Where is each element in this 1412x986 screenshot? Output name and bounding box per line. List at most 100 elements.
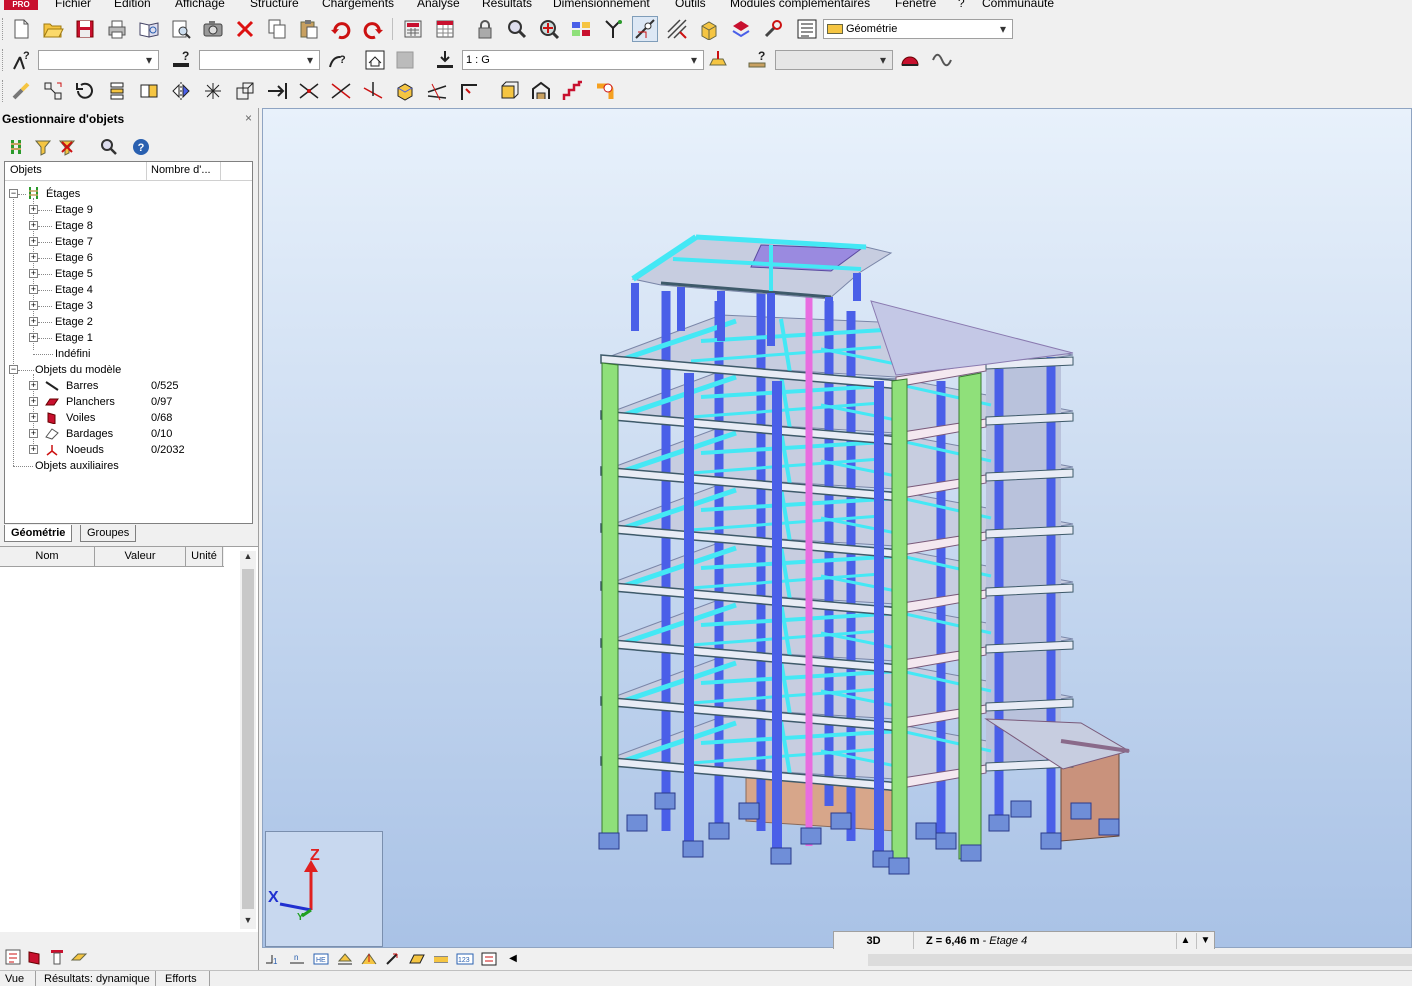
print-icon[interactable] <box>104 16 130 42</box>
chevron-down-icon[interactable] <box>687 51 701 69</box>
corner-icon[interactable] <box>456 78 482 104</box>
search-icon[interactable] <box>98 136 120 158</box>
tree-item-objets-modele[interactable]: Objets du modèle <box>35 362 121 378</box>
section-shapes-icon[interactable]: HE <box>310 949 332 969</box>
story-frame-icon[interactable] <box>362 47 388 73</box>
tab-geometrie[interactable]: Géométrie <box>4 525 73 542</box>
collapse-toggle[interactable]: − <box>9 365 18 374</box>
frame-icon[interactable] <box>496 78 522 104</box>
divide-icon[interactable] <box>200 78 226 104</box>
column-count[interactable]: Nombre d'... <box>151 164 211 176</box>
tree-item-model-object[interactable]: Voiles <box>66 410 95 426</box>
menu-resultats[interactable]: Résultats <box>482 0 532 10</box>
properties-scrollbar[interactable]: ▲ ▼ <box>240 551 256 929</box>
split-icon[interactable] <box>424 78 450 104</box>
scale-icon[interactable] <box>232 78 258 104</box>
tree-item-indefini[interactable]: Indéfini <box>55 346 90 362</box>
intersect-icon[interactable] <box>296 78 322 104</box>
tree-item-model-object[interactable]: Planchers <box>66 394 115 410</box>
trim-icon[interactable] <box>328 78 354 104</box>
scroll-left-icon[interactable]: ◀ <box>506 951 520 967</box>
z-level-info[interactable]: Z = 6,46 m - Etage 4 <box>926 932 1027 950</box>
settings-icon[interactable] <box>760 16 786 42</box>
expand-toggle[interactable]: + <box>29 413 38 422</box>
scroll-up-icon[interactable]: ▲ <box>240 551 256 565</box>
scrollbar-thumb[interactable] <box>242 569 254 909</box>
level-down-icon[interactable]: ▼ <box>1196 933 1214 949</box>
object-inspector-icon[interactable] <box>2 946 24 968</box>
structure-3d-icon[interactable] <box>696 16 722 42</box>
expand-toggle[interactable]: + <box>29 301 38 310</box>
mirror-icon[interactable] <box>168 78 194 104</box>
view-mode-3d[interactable]: 3D <box>834 932 914 950</box>
menu-edition[interactable]: Edition <box>114 0 151 10</box>
column-nom[interactable]: Nom <box>0 550 94 562</box>
offset-icon[interactable] <box>392 78 418 104</box>
bar-selection-icon[interactable]: ? <box>169 47 195 73</box>
align-icon[interactable] <box>264 78 290 104</box>
menu-structure[interactable]: Structure <box>250 0 299 10</box>
zoom-icon[interactable] <box>504 16 530 42</box>
load-selection-icon[interactable]: ? <box>745 47 771 73</box>
lock-icon[interactable] <box>472 16 498 42</box>
undo-icon[interactable] <box>328 16 354 42</box>
tree-item-objets-auxiliaires[interactable]: Objets auxiliaires <box>35 458 119 474</box>
node-selection-combo[interactable] <box>38 50 159 70</box>
print-preview-icon[interactable] <box>136 16 162 42</box>
column-objects[interactable]: Objets <box>10 164 42 176</box>
stack-icon[interactable] <box>104 78 130 104</box>
menu-fenetre[interactable]: Fenêtre <box>895 0 936 10</box>
section-icon[interactable] <box>632 16 658 42</box>
loads-display-icon[interactable] <box>358 949 380 969</box>
bar-numbers-icon[interactable]: n <box>286 949 308 969</box>
selection-help-icon[interactable]: ? <box>324 47 350 73</box>
status-results[interactable]: Résultats: dynamique <box>39 971 156 986</box>
tables-icon[interactable] <box>432 16 458 42</box>
tree-item-etage[interactable]: Etage 1 <box>55 330 93 346</box>
expand-toggle[interactable]: + <box>29 381 38 390</box>
collapse-toggle[interactable]: − <box>9 189 18 198</box>
expand-toggle[interactable]: + <box>29 333 38 342</box>
redo-icon[interactable] <box>360 16 386 42</box>
display-icon[interactable] <box>568 16 594 42</box>
expand-toggle[interactable]: + <box>29 221 38 230</box>
filter-clear-icon[interactable] <box>56 136 78 158</box>
tree-item-model-object[interactable]: Noeuds <box>66 442 104 458</box>
status-efforts[interactable]: Efforts <box>160 971 210 986</box>
menu-analyse[interactable]: Analyse <box>417 0 460 10</box>
expand-toggle[interactable]: + <box>29 317 38 326</box>
tree-item-etage[interactable]: Etage 5 <box>55 266 93 282</box>
tab-groupes[interactable]: Groupes <box>80 525 137 542</box>
stairs-icon[interactable] <box>560 78 586 104</box>
expand-toggle[interactable]: + <box>29 285 38 294</box>
save-icon[interactable] <box>72 16 98 42</box>
node-selection-icon[interactable]: ? <box>8 47 34 73</box>
tree-item-etages[interactable]: Étages <box>46 186 80 202</box>
tree-item-etage[interactable]: Etage 4 <box>55 282 93 298</box>
expand-toggle[interactable]: + <box>29 397 38 406</box>
storeys-icon[interactable] <box>6 136 28 158</box>
column-valeur[interactable]: Valeur <box>95 550 185 562</box>
node-numbers-icon[interactable]: 1 <box>262 949 284 969</box>
status-vue[interactable]: Vue <box>0 971 36 986</box>
extend-icon[interactable] <box>360 78 386 104</box>
tree-structure-icon[interactable] <box>600 16 626 42</box>
chevron-down-icon[interactable] <box>996 20 1010 38</box>
menu-chargements[interactable]: Chargements <box>322 0 394 10</box>
menu-fichier[interactable]: Fichier <box>55 0 91 10</box>
walls-icon[interactable] <box>24 946 46 968</box>
bar-selection-combo[interactable] <box>199 50 320 70</box>
expand-toggle[interactable]: + <box>29 445 38 454</box>
building-model[interactable] <box>263 109 1412 948</box>
zoom-window-icon[interactable] <box>536 16 562 42</box>
groups-icon[interactable] <box>728 16 754 42</box>
expand-toggle[interactable]: + <box>29 429 38 438</box>
tree-item-etage[interactable]: Etage 8 <box>55 218 93 234</box>
menu-outils[interactable]: Outils <box>675 0 706 10</box>
geometry-icon[interactable] <box>664 16 690 42</box>
tree-item-etage[interactable]: Etage 7 <box>55 234 93 250</box>
slabs-icon[interactable] <box>68 946 90 968</box>
display-settings-icon[interactable] <box>478 949 500 969</box>
tree-item-etage[interactable]: Etage 6 <box>55 250 93 266</box>
chevron-down-icon[interactable] <box>142 51 156 69</box>
